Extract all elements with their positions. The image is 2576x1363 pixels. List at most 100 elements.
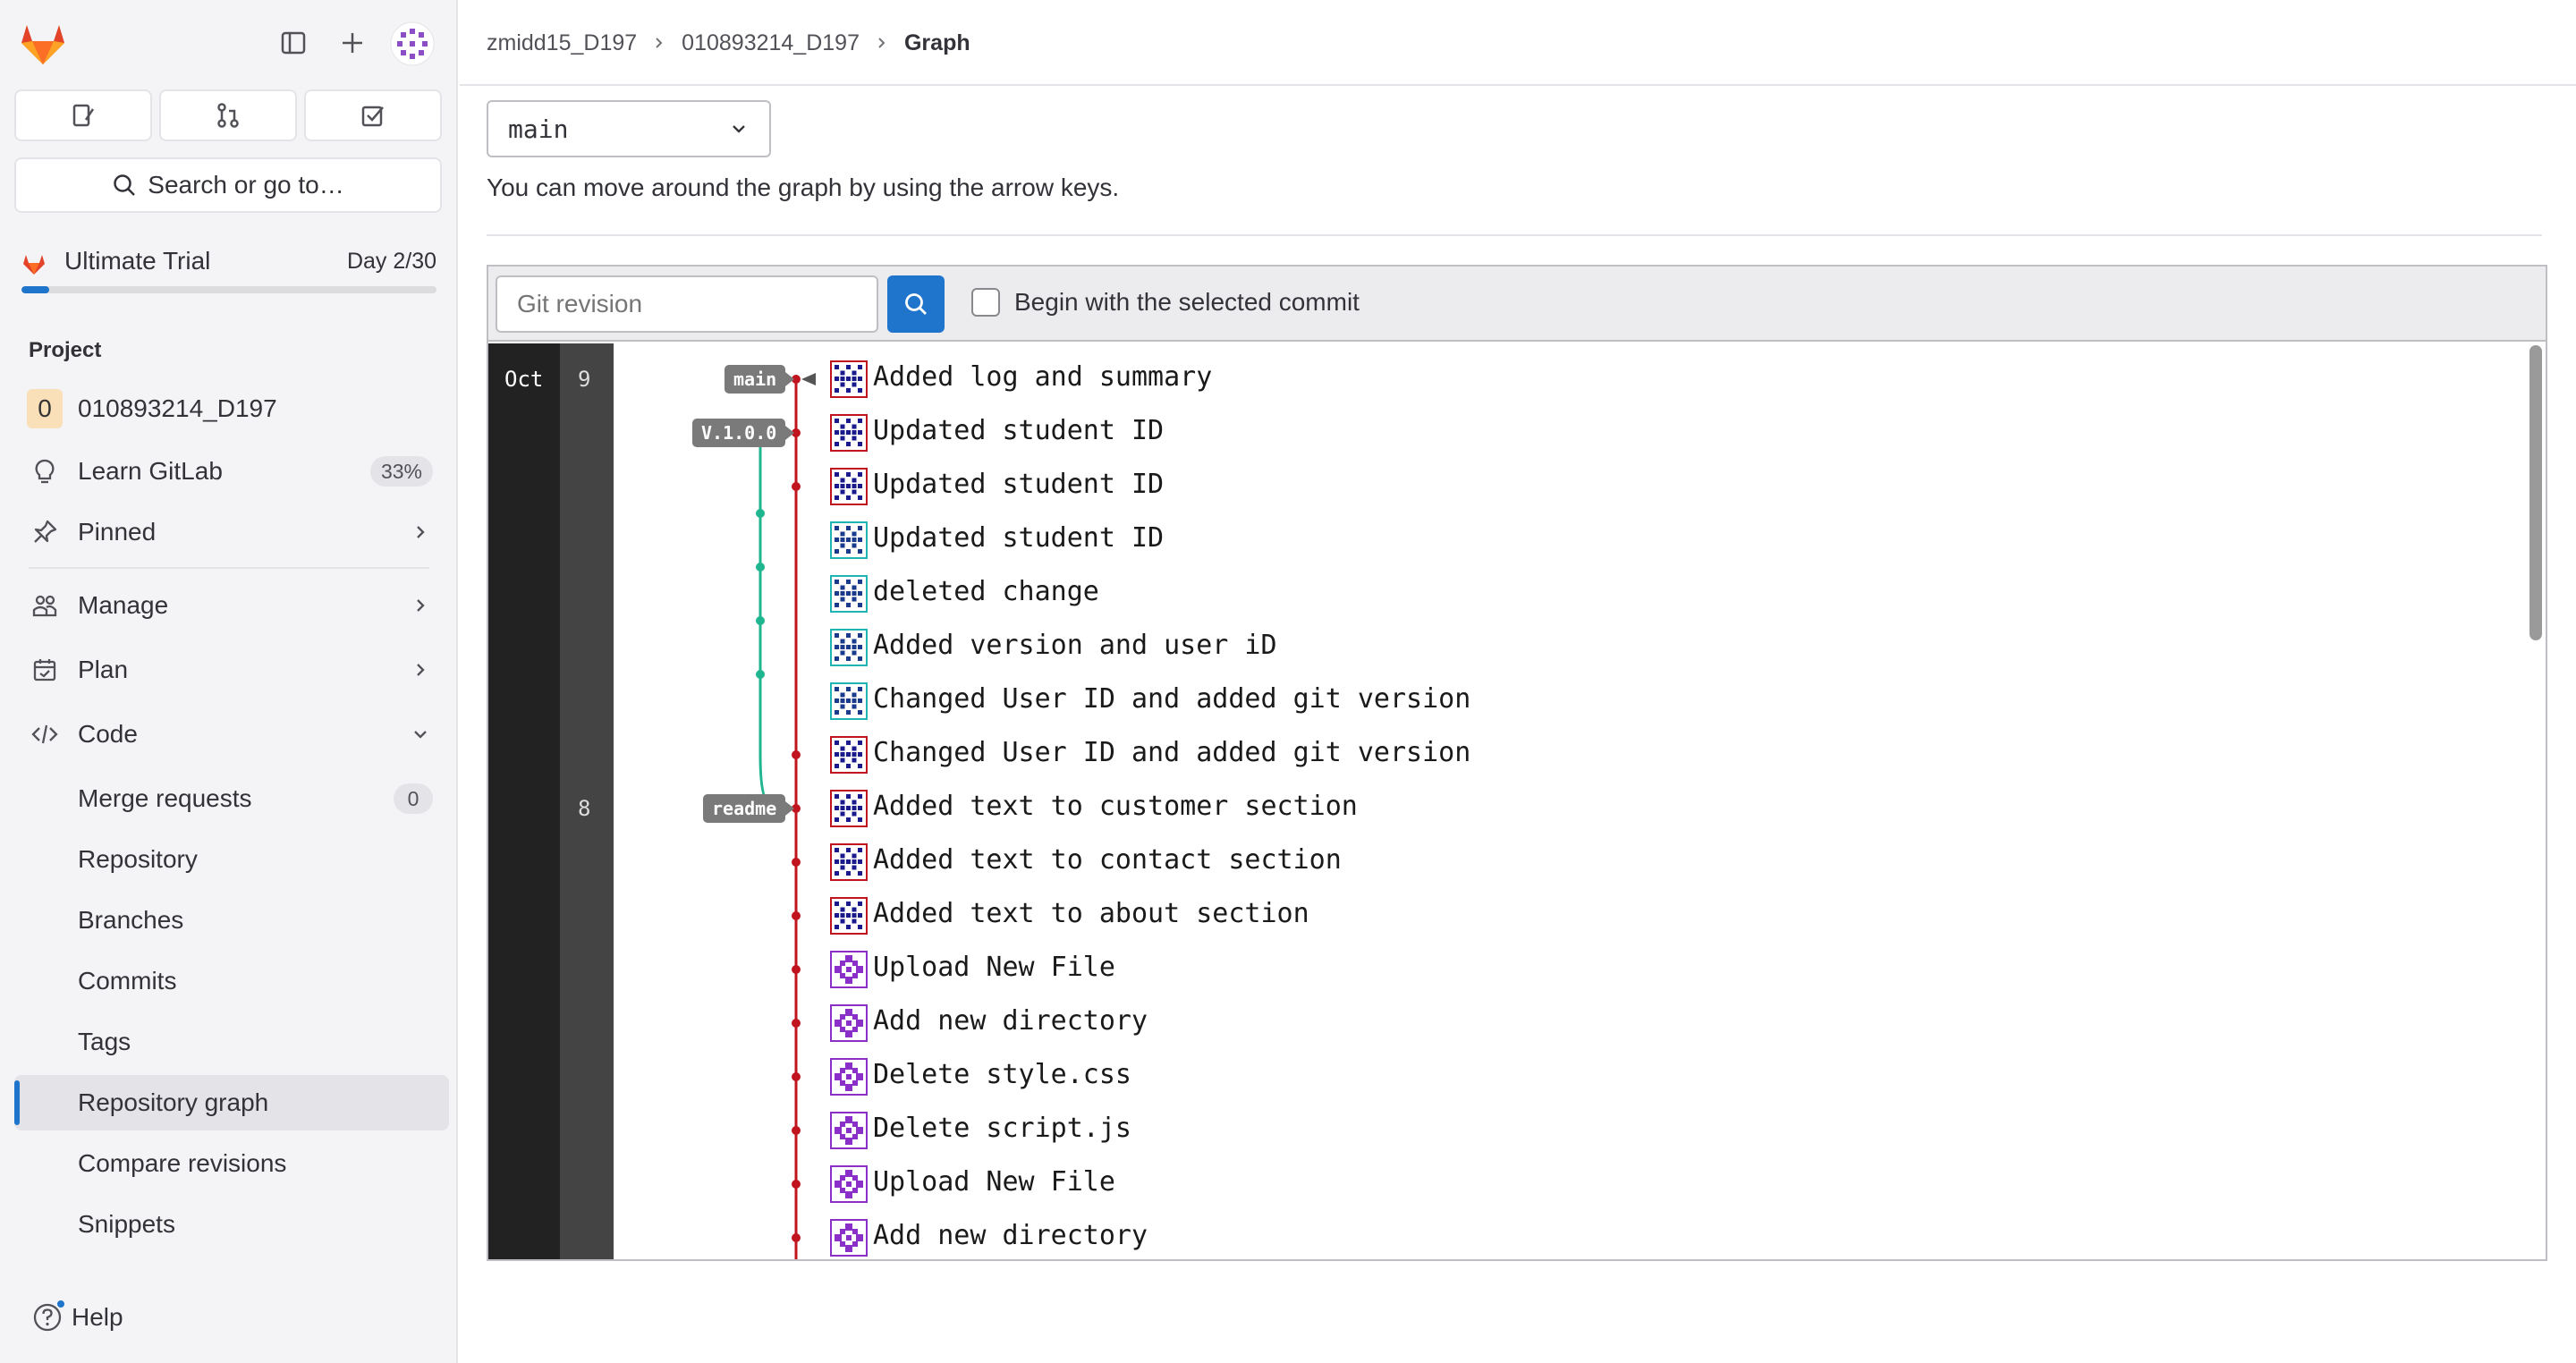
- help-button[interactable]: Help: [32, 1299, 123, 1333]
- commit-message[interactable]: deleted change: [873, 576, 1099, 607]
- ref-label[interactable]: V.1.0.0: [692, 419, 786, 447]
- graph-commit-dot: [792, 482, 801, 491]
- manage-label: Manage: [78, 591, 169, 619]
- commit-avatar[interactable]: [830, 1004, 868, 1042]
- commit-avatar[interactable]: [830, 360, 868, 398]
- sidebar-item-repository-graph[interactable]: Repository graph: [14, 1075, 449, 1130]
- commit-message[interactable]: Added log and summary: [873, 361, 1212, 393]
- commit-avatar[interactable]: [830, 575, 868, 613]
- pin-icon: [34, 520, 57, 543]
- commit-avatar[interactable]: [830, 1112, 868, 1149]
- commit-avatar[interactable]: [830, 629, 868, 666]
- users-icon: [32, 595, 57, 617]
- commit-message[interactable]: Changed User ID and added git version: [873, 737, 1470, 768]
- plus-icon[interactable]: [333, 23, 372, 63]
- sidebar-item-label: Repository: [78, 845, 198, 873]
- merge-requests-button[interactable]: [159, 89, 297, 141]
- chevron-down-icon: [733, 125, 745, 133]
- ref-label[interactable]: main: [724, 365, 786, 394]
- commit-avatar[interactable]: [830, 414, 868, 452]
- pinned-section[interactable]: Pinned: [14, 504, 449, 560]
- project-link[interactable]: 0 010893214_D197: [14, 381, 449, 436]
- commit-message[interactable]: Changed User ID and added git version: [873, 683, 1470, 715]
- commit-avatar[interactable]: [830, 951, 868, 988]
- breadcrumb-current[interactable]: Graph: [904, 30, 970, 56]
- user-avatar[interactable]: [390, 21, 435, 66]
- learn-gitlab-link[interactable]: Learn GitLab 33%: [14, 444, 449, 499]
- plan-section[interactable]: Plan: [14, 642, 449, 698]
- learn-gitlab-percent: 33%: [369, 456, 433, 487]
- breadcrumb-group[interactable]: zmidd15_D197: [487, 30, 637, 56]
- lightbulb-icon: [35, 459, 55, 484]
- graph-branch-dot: [756, 670, 765, 679]
- commit-avatar[interactable]: [830, 1165, 868, 1203]
- begin-checkbox[interactable]: [971, 288, 1000, 317]
- commit-message[interactable]: Upload New File: [873, 952, 1115, 983]
- learn-gitlab-label: Learn GitLab: [78, 457, 223, 485]
- sidebar-item-compare-revisions[interactable]: Compare revisions: [14, 1136, 449, 1191]
- graph-head-arrow: [801, 373, 816, 385]
- commit-message[interactable]: Updated student ID: [873, 415, 1164, 446]
- sidebar-item-branches[interactable]: Branches: [14, 893, 449, 948]
- commit-message[interactable]: Upload New File: [873, 1166, 1115, 1198]
- gitlab-logo-icon[interactable]: [16, 16, 70, 70]
- commit-message[interactable]: Added text to customer section: [873, 791, 1358, 822]
- sidebar-item-tags[interactable]: Tags: [14, 1014, 449, 1070]
- sidebar-item-commits[interactable]: Commits: [14, 953, 449, 1009]
- git-revision-input[interactable]: [496, 275, 878, 333]
- content-divider: [487, 234, 2542, 236]
- commit-message[interactable]: Delete script.js: [873, 1113, 1131, 1144]
- begin-with-selected-commit[interactable]: Begin with the selected commit: [971, 288, 1360, 317]
- commit-avatar[interactable]: [830, 1219, 868, 1257]
- search-button[interactable]: Search or go to…: [14, 157, 442, 213]
- trial-progress-fill: [21, 286, 50, 293]
- ref-label-pointer: [785, 426, 794, 440]
- commit-avatar[interactable]: [830, 521, 868, 559]
- issues-button[interactable]: [14, 89, 152, 141]
- breadcrumb: zmidd15_D197 010893214_D197 Graph: [487, 0, 970, 86]
- commit-avatar[interactable]: [830, 468, 868, 505]
- commit-message[interactable]: Added version and user iD: [873, 630, 1277, 661]
- graph-panel: Begin with the selected commit Oct98main…: [487, 265, 2547, 1261]
- branch-selector[interactable]: main: [487, 100, 771, 157]
- ref-label-pointer: [785, 372, 794, 386]
- chevron-right-icon: [417, 599, 425, 612]
- graph-scrollbar[interactable]: [2529, 345, 2542, 640]
- code-section[interactable]: Code: [14, 707, 449, 762]
- commit-message[interactable]: Updated student ID: [873, 469, 1164, 500]
- commit-message[interactable]: Add new directory: [873, 1220, 1148, 1251]
- commit-avatar[interactable]: [830, 1058, 868, 1096]
- sidebar-item-label: Branches: [78, 906, 184, 934]
- chevron-down-icon: [414, 731, 427, 739]
- commit-avatar[interactable]: [830, 682, 868, 720]
- revision-search-button[interactable]: [887, 275, 945, 333]
- project-name: 010893214_D197: [78, 394, 277, 422]
- graph-hint: You can move around the graph by using t…: [487, 174, 1120, 201]
- breadcrumb-project[interactable]: 010893214_D197: [682, 30, 860, 56]
- commit-message[interactable]: Add new directory: [873, 1005, 1148, 1037]
- graph-canvas[interactable]: Oct 9 8 main V.1.0.0 readme Added log and summ…: [488, 343, 2546, 1259]
- commit-avatar[interactable]: [830, 897, 868, 935]
- graph-commit-dot: [792, 750, 801, 759]
- commit-message[interactable]: Delete style.css: [873, 1059, 1131, 1090]
- trial-widget[interactable]: Ultimate Trial Day 2/30: [20, 247, 436, 297]
- todos-button[interactable]: [304, 89, 442, 141]
- graph-commit-dot: [792, 1233, 801, 1242]
- sidebar-item-merge-requests[interactable]: Merge requests 0: [14, 771, 449, 826]
- help-icon: [32, 1299, 66, 1333]
- graph-commit-dot: [792, 911, 801, 920]
- chevron-right-icon: [417, 526, 425, 538]
- commit-avatar[interactable]: [830, 843, 868, 881]
- sidebar-item-repository[interactable]: Repository: [14, 832, 449, 887]
- sidebar-item-snippets[interactable]: Snippets: [14, 1197, 449, 1252]
- sidebar-header: [0, 0, 456, 86]
- commit-avatar[interactable]: [830, 790, 868, 827]
- commit-message[interactable]: Added text to contact section: [873, 844, 1342, 876]
- ref-label[interactable]: readme: [703, 794, 786, 823]
- commit-message[interactable]: Added text to about section: [873, 898, 1309, 929]
- manage-section[interactable]: Manage: [14, 578, 449, 633]
- commit-message[interactable]: Updated student ID: [873, 522, 1164, 554]
- commit-avatar[interactable]: [830, 736, 868, 774]
- graph-branch-line: [758, 431, 797, 810]
- sidebar-toggle-icon[interactable]: [274, 23, 313, 63]
